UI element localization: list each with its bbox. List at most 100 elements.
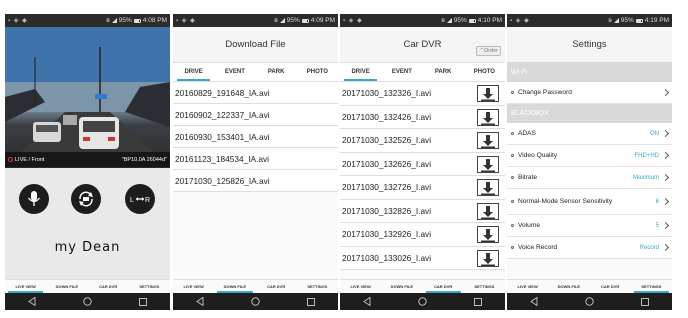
dvr-file-row[interactable]: 20171030_132326_I.avi xyxy=(340,82,505,106)
download-icon xyxy=(481,111,495,125)
download-button[interactable] xyxy=(477,249,499,267)
status-bar: ▪ ◈ ◆ ʙ 95% 4:10 PM xyxy=(340,14,505,27)
tab-photo[interactable]: PHOTO xyxy=(464,63,505,81)
back-icon[interactable] xyxy=(28,297,36,306)
change-password-label: Change Password xyxy=(518,89,572,96)
tab-park[interactable]: PARK xyxy=(256,63,297,81)
setting-volume[interactable]: Volume 5 xyxy=(507,215,672,237)
dvr-file-row[interactable]: 20171030_132626_I.avi xyxy=(340,153,505,176)
nav-down-file[interactable]: DOWN FILE xyxy=(46,280,87,293)
download-button[interactable] xyxy=(477,108,499,126)
download-button[interactable] xyxy=(477,226,499,243)
brand-logo: my Dean xyxy=(54,240,121,255)
file-row[interactable]: 20171030_125826_IA.avi xyxy=(173,170,338,192)
page-title: Car DVR xyxy=(403,39,442,50)
order-button[interactable]: ⌃Order xyxy=(476,46,501,56)
recents-icon[interactable] xyxy=(640,297,649,306)
download-button[interactable] xyxy=(477,155,499,173)
setting-label: Volume xyxy=(518,222,540,229)
nav-car-dvr[interactable]: CAR DVR xyxy=(88,280,129,293)
bullet-icon xyxy=(511,224,514,227)
nav-settings[interactable]: SETTINGS xyxy=(297,280,338,293)
dvr-file-row[interactable]: 20171030_132926_I.avi xyxy=(340,223,505,247)
live-info-bar: LIVE / Front "BP10.0A 26044d" xyxy=(5,152,170,168)
back-icon[interactable] xyxy=(530,297,538,306)
file-row[interactable]: 20160930_153401_IA.avi xyxy=(173,126,338,148)
download-icon xyxy=(481,158,495,172)
nav-live-view[interactable]: LIVE VIEW xyxy=(340,280,381,293)
nav-down-file[interactable]: DOWN FILE xyxy=(548,280,589,293)
nav-car-dvr[interactable]: CAR DVR xyxy=(590,280,631,293)
home-icon[interactable] xyxy=(251,297,260,306)
nav-car-dvr[interactable]: CAR DVR xyxy=(256,280,297,293)
dvr-file-row[interactable]: 20171030_132426_I.avi xyxy=(340,106,505,129)
switch-camera-button[interactable] xyxy=(71,184,101,214)
dvr-file-row[interactable]: 20171030_133026_I.avi xyxy=(340,247,505,270)
clock: 4:08 PM xyxy=(142,17,167,24)
clock: 4:09 PM xyxy=(310,17,335,24)
home-icon[interactable] xyxy=(585,297,594,306)
download-icon xyxy=(481,252,495,266)
home-icon[interactable] xyxy=(83,297,92,306)
download-icon xyxy=(481,205,495,219)
nav-down-file[interactable]: DOWN FILE xyxy=(381,280,422,293)
file-row[interactable]: 20161123_184534_IA.avi xyxy=(173,148,338,170)
setting-voice-record[interactable]: Voice Record Record xyxy=(507,237,672,259)
recents-icon[interactable] xyxy=(306,297,315,306)
voice-record-button[interactable] xyxy=(19,184,49,214)
svg-text:L: L xyxy=(130,197,134,204)
tab-event[interactable]: EVENT xyxy=(214,63,255,81)
nav-live-view[interactable]: LIVE VIEW xyxy=(173,280,214,293)
back-icon[interactable] xyxy=(196,297,204,306)
battery-percent: 95% xyxy=(620,17,634,24)
setting-adas[interactable]: ADAS ON xyxy=(507,123,672,145)
status-bar: ▪ ◈ ◆ ʙ 95% 4:08 PM xyxy=(5,14,170,27)
file-name: 20171030_132726_I.avi xyxy=(342,182,432,193)
bluetooth-icon: ʙ xyxy=(274,17,278,24)
file-row[interactable]: 20160902_122337_IA.avi xyxy=(173,104,338,126)
nav-live-view[interactable]: LIVE VIEW xyxy=(507,280,548,293)
download-button[interactable] xyxy=(477,179,499,196)
recents-icon[interactable] xyxy=(473,297,482,306)
chevron-right-icon xyxy=(661,173,670,182)
file-name: 20171030_132426_I.avi xyxy=(342,111,432,122)
nav-live-view[interactable]: LIVE VIEW xyxy=(5,280,46,293)
download-button[interactable] xyxy=(477,202,499,220)
tab-drive[interactable]: DRIVE xyxy=(173,63,214,81)
nav-settings[interactable]: SETTINGS xyxy=(631,280,672,293)
tab-drive[interactable]: DRIVE xyxy=(340,63,381,81)
chevron-right-icon xyxy=(661,88,670,97)
recents-icon[interactable] xyxy=(138,297,147,306)
nav-settings[interactable]: SETTINGS xyxy=(464,280,505,293)
signal-icon xyxy=(613,18,619,23)
setting-bitrate[interactable]: Bitrate Maximum xyxy=(507,167,672,189)
setting-video-quality[interactable]: Video Quality FHD+HD xyxy=(507,145,672,167)
nav-settings[interactable]: SETTINGS xyxy=(129,280,170,293)
download-button[interactable] xyxy=(477,132,499,149)
home-icon[interactable] xyxy=(418,297,427,306)
file-row[interactable]: 20160829_191648_IA.avi xyxy=(173,82,338,104)
tab-park[interactable]: PARK xyxy=(423,63,464,81)
tab-photo[interactable]: PHOTO xyxy=(297,63,338,81)
notification-icons: ▪ ◈ ◆ xyxy=(510,18,530,24)
setting-value: 6 xyxy=(655,198,659,205)
setting-value: FHD+HD xyxy=(634,152,659,159)
firmware-info: "BP10.0A 26044d" xyxy=(121,157,167,163)
mirror-view-button[interactable]: L R xyxy=(125,184,155,214)
phone-car-dvr: ▪ ◈ ◆ ʙ 95% 4:10 PM Car DVR ⌃Order DRIVE… xyxy=(340,14,505,310)
setting-sensor-sensitivity[interactable]: Normal-Mode Sensor Sensitivity 6 xyxy=(507,189,672,215)
download-icon xyxy=(481,88,495,101)
live-video-feed[interactable] xyxy=(5,27,170,167)
change-password-row[interactable]: Change Password xyxy=(507,82,672,104)
back-icon[interactable] xyxy=(363,297,371,306)
bullet-icon xyxy=(511,91,514,94)
dvr-file-row[interactable]: 20171030_132826_I.avi xyxy=(340,200,505,223)
nav-down-file[interactable]: DOWN FILE xyxy=(214,280,255,293)
dvr-file-row[interactable]: 20171030_132526_I.avi xyxy=(340,129,505,153)
bullet-icon xyxy=(511,176,514,179)
bullet-icon xyxy=(511,154,514,157)
dvr-file-row[interactable]: 20171030_132726_I.avi xyxy=(340,176,505,200)
nav-car-dvr[interactable]: CAR DVR xyxy=(423,280,464,293)
tab-event[interactable]: EVENT xyxy=(381,63,422,81)
download-button[interactable] xyxy=(477,85,499,102)
